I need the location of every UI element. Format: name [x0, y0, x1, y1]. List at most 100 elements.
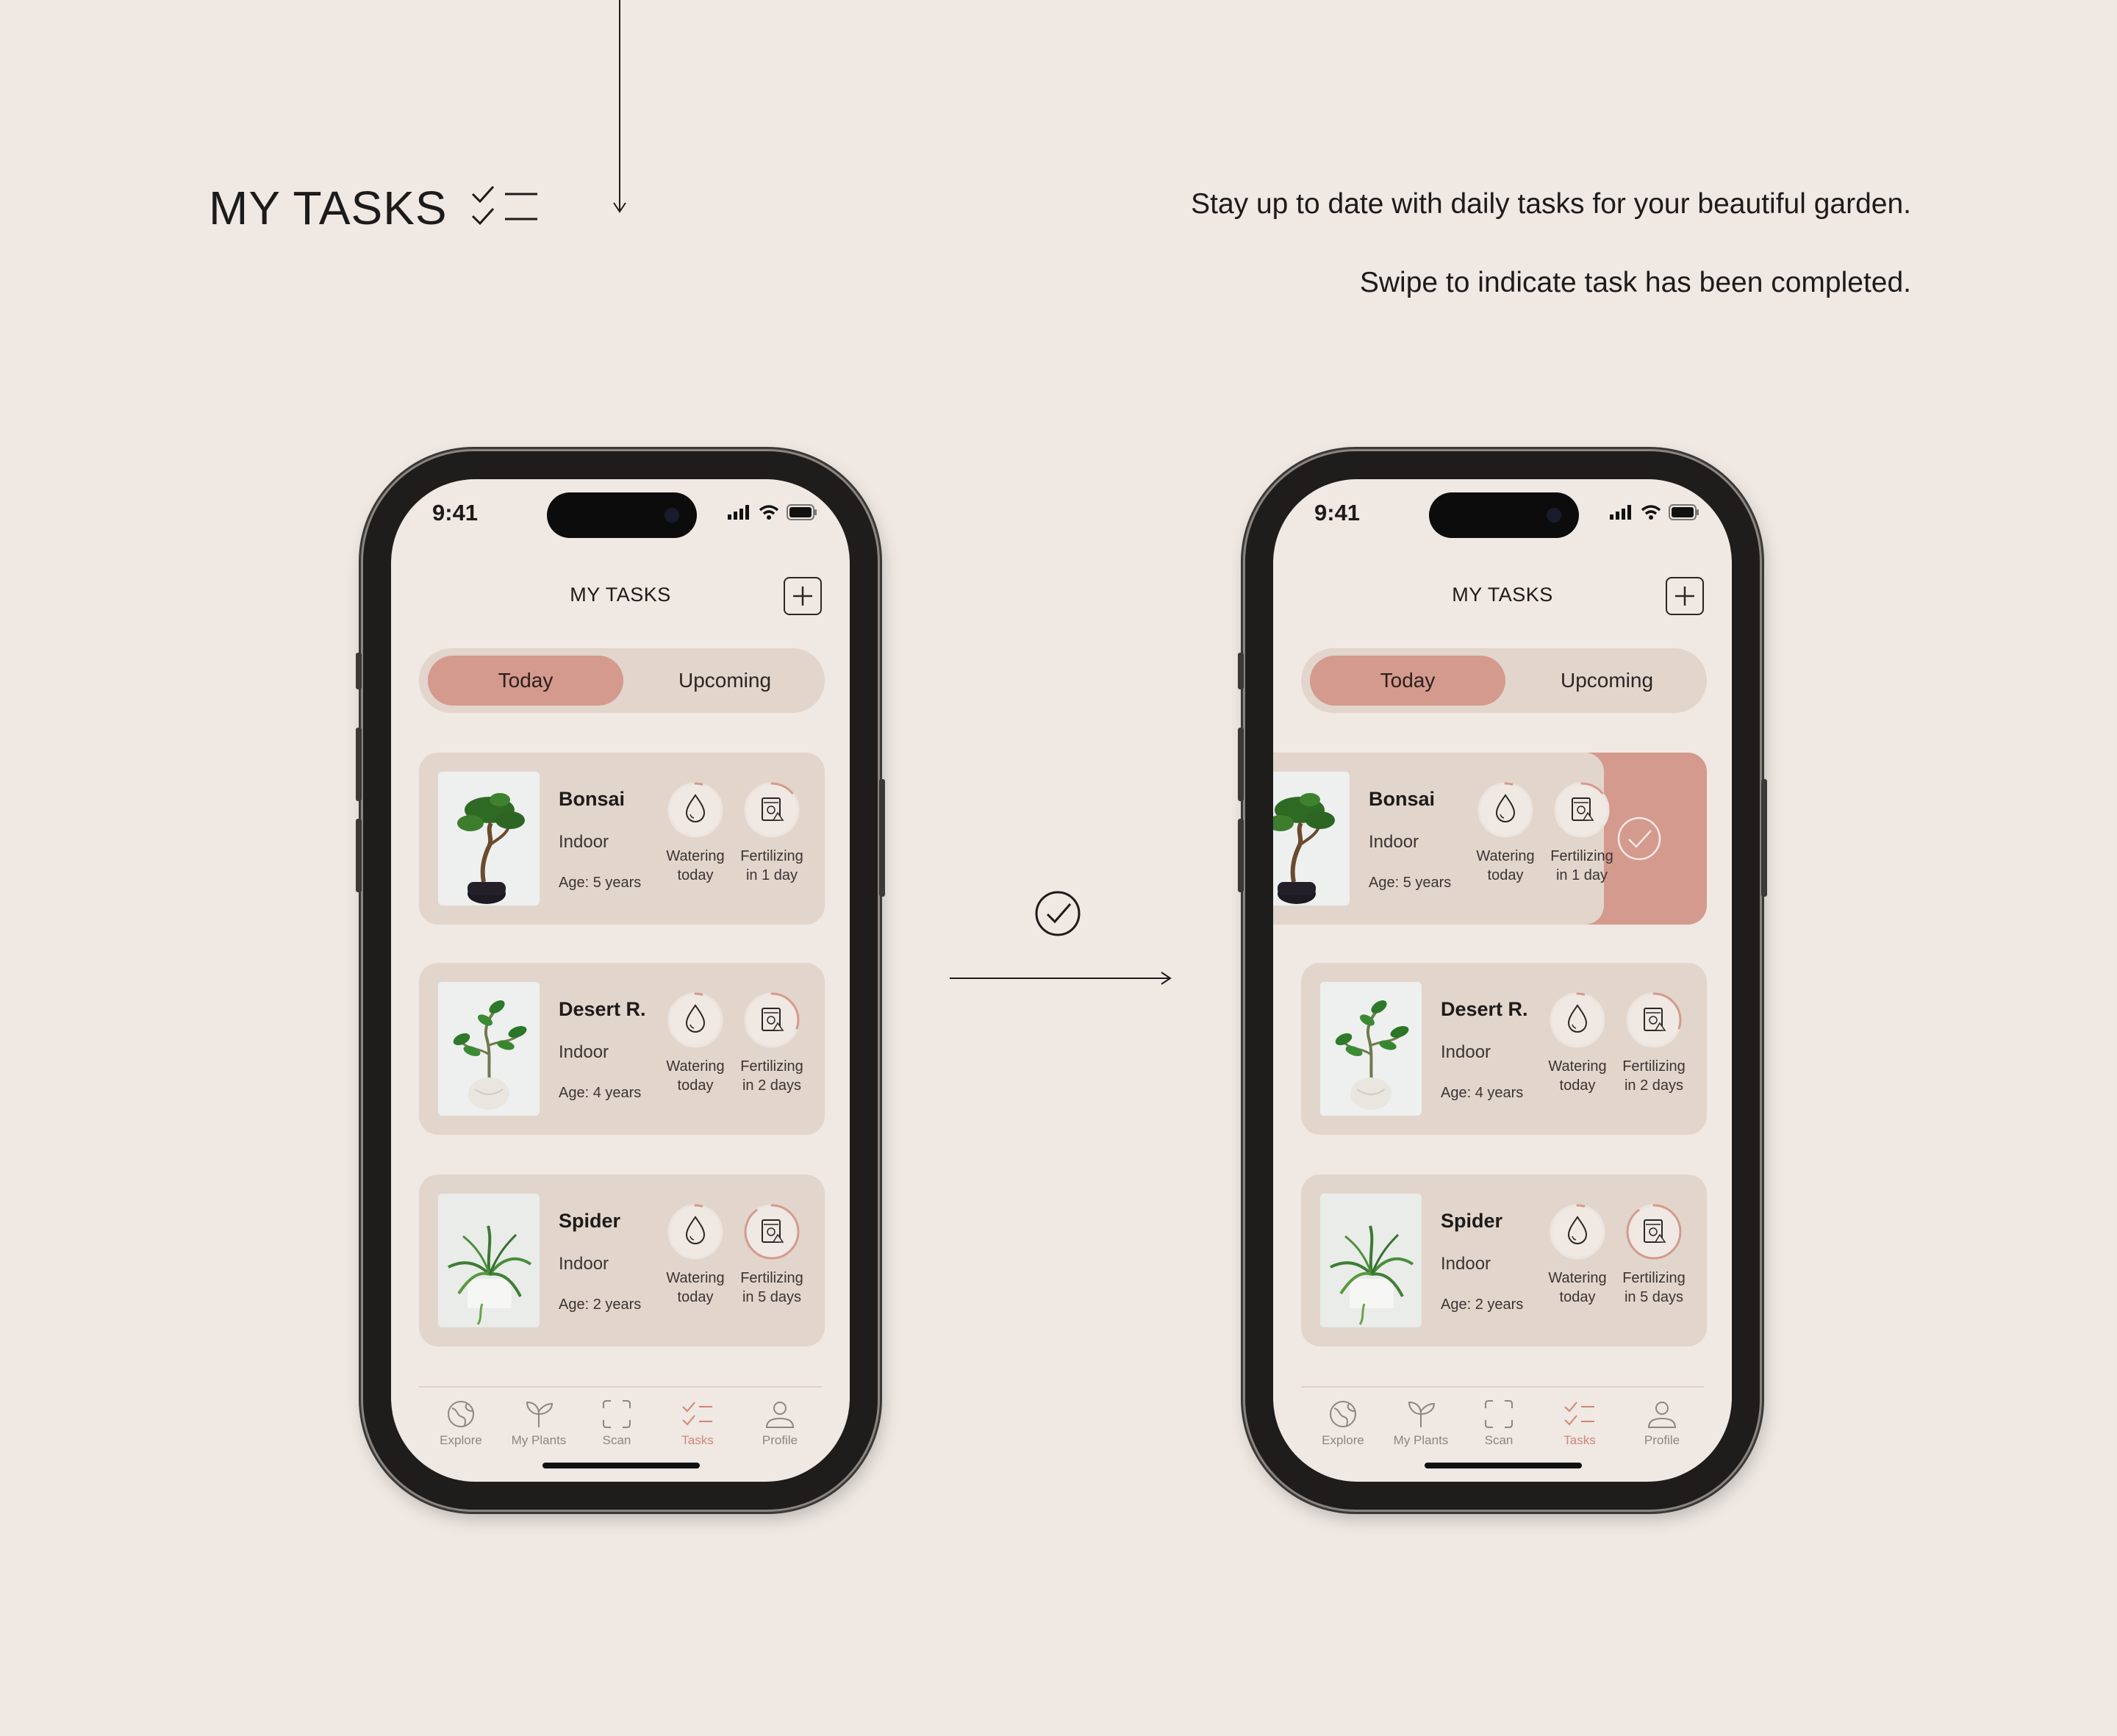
plant-task-card[interactable]: Desert R. Indoor Age: 4 years Watering today…	[419, 963, 825, 1135]
fertilizer-bag-icon	[1616, 1202, 1692, 1261]
globe-icon	[1330, 1401, 1356, 1427]
fertilizer-bag-icon	[734, 781, 810, 839]
water-drop-icon	[657, 1202, 734, 1261]
water-drop-icon	[1467, 781, 1544, 839]
tab-upcoming[interactable]: Upcoming	[632, 656, 817, 706]
tab-my-plants[interactable]: My Plants	[1380, 1398, 1461, 1448]
home-indicator	[1425, 1463, 1582, 1468]
plant-photo	[438, 772, 540, 905]
fertilizing-label: Fertilizing	[740, 848, 803, 864]
signal-icon	[1610, 505, 1631, 520]
segmented-control: Today Upcoming	[1301, 648, 1707, 713]
globe-icon	[448, 1401, 474, 1427]
fertilizing-due: in 2 days	[742, 1077, 802, 1094]
wifi-icon	[759, 505, 779, 520]
water-drop-icon	[1539, 991, 1616, 1050]
add-task-button[interactable]	[784, 577, 822, 615]
tab-label: Explore	[1322, 1433, 1364, 1447]
tab-today[interactable]: Today	[1310, 656, 1505, 706]
tab-scan[interactable]: Scan	[1458, 1398, 1539, 1448]
plant-location: Indoor	[559, 832, 609, 852]
tasks-icon	[1564, 1402, 1594, 1426]
plant-age: Age: 4 years	[559, 1085, 642, 1101]
plant-location: Indoor	[1441, 1042, 1491, 1062]
phone-screen: 9:41 MY TASKS Today Upcoming Bonsai Indo…	[1273, 479, 1732, 1482]
fertilizing-label: Fertilizing	[740, 1058, 803, 1075]
page-title-group: MY TASKS	[209, 181, 540, 235]
page-description: Stay up to date with daily tasks for you…	[1191, 188, 1911, 220]
tab-tasks[interactable]: Tasks	[1539, 1398, 1620, 1448]
plant-name: Desert R.	[559, 998, 646, 1020]
watering-task: Watering today	[657, 781, 734, 885]
plant-task-card[interactable]: Bonsai Indoor Age: 5 years Watering today Fer…	[419, 753, 825, 925]
plant-age: Age: 4 years	[1441, 1085, 1524, 1101]
fertilizing-due: in 5 days	[1624, 1289, 1684, 1305]
plus-icon	[793, 587, 812, 606]
tab-today[interactable]: Today	[428, 656, 623, 706]
watering-label: Watering	[666, 1058, 725, 1075]
water-drop-icon	[1539, 1202, 1616, 1261]
scan-icon	[1485, 1400, 1513, 1428]
plant-age: Age: 5 years	[1369, 875, 1452, 891]
watering-label: Watering	[1476, 848, 1535, 864]
bottom-tab-bar: Explore My Plants Scan Tasks Profile	[1303, 1398, 1702, 1457]
tab-my-plants[interactable]: My Plants	[498, 1398, 579, 1448]
plant-task-card[interactable]: Spider Indoor Age: 2 years Watering today Fer…	[419, 1174, 825, 1346]
watering-due: today	[677, 1289, 714, 1305]
tab-upcoming[interactable]: Upcoming	[1514, 656, 1699, 706]
tab-explore[interactable]: Explore	[420, 1398, 501, 1448]
plant-name: Spider	[559, 1210, 621, 1232]
tab-tasks[interactable]: Tasks	[657, 1398, 738, 1448]
tab-scan[interactable]: Scan	[576, 1398, 657, 1448]
water-drop-icon	[657, 781, 734, 839]
tab-label: Profile	[1644, 1433, 1680, 1447]
plant-age: Age: 2 years	[559, 1296, 642, 1313]
tab-profile[interactable]: Profile	[1622, 1398, 1702, 1448]
plus-icon	[1675, 587, 1694, 606]
tab-explore[interactable]: Explore	[1303, 1398, 1383, 1448]
fertilizing-task: Fertilizing in 5 days	[734, 1202, 810, 1307]
wifi-icon	[1641, 505, 1661, 520]
fertilizer-bag-icon	[734, 991, 810, 1050]
plant-location: Indoor	[1369, 832, 1419, 852]
plant-photo	[438, 1194, 540, 1327]
status-time: 9:41	[432, 500, 479, 526]
plant-task-card[interactable]: Spider Indoor Age: 2 years Watering today Fer…	[1301, 1174, 1707, 1346]
watering-task: Watering today	[1539, 991, 1616, 1095]
tab-label: My Plants	[1393, 1433, 1449, 1447]
tab-label: Tasks	[681, 1433, 714, 1447]
plant-task-card[interactable]: Desert R. Indoor Age: 4 years Watering today…	[1301, 963, 1707, 1135]
watering-task: Watering today	[1539, 1202, 1616, 1307]
phone-screen: 9:41 MY TASKS Today Upcoming Bonsai Indo…	[391, 479, 850, 1482]
home-indicator	[542, 1463, 700, 1468]
fertilizer-bag-icon	[1616, 991, 1692, 1050]
phone-before: 9:41 MY TASKS Today Upcoming Bonsai Indo…	[356, 451, 885, 1510]
tab-label: My Plants	[511, 1433, 567, 1447]
plant-age: Age: 2 years	[1441, 1296, 1524, 1313]
plant-task-card[interactable]: Bonsai Indoor Age: 5 years Watering today Fer…	[1273, 753, 1707, 925]
fertilizing-task: Fertilizing in 1 day	[734, 781, 810, 885]
fertilizing-task: Fertilizing in 1 day	[1544, 781, 1620, 885]
tab-profile[interactable]: Profile	[739, 1398, 820, 1448]
plant-name: Bonsai	[1369, 788, 1436, 810]
watering-due: today	[677, 867, 714, 883]
profile-icon	[1647, 1402, 1677, 1428]
tab-label: Tasks	[1563, 1433, 1596, 1447]
fertilizing-label: Fertilizing	[1622, 1270, 1686, 1286]
battery-icon	[787, 504, 817, 520]
tab-label: Explore	[440, 1433, 482, 1447]
plant-location: Indoor	[1441, 1254, 1491, 1274]
add-task-button[interactable]	[1666, 577, 1704, 615]
status-time: 9:41	[1314, 500, 1361, 526]
watering-task: Watering today	[657, 991, 734, 1095]
dynamic-island	[1429, 492, 1579, 538]
status-icons	[1610, 504, 1699, 520]
plant-photo	[1273, 772, 1350, 905]
plant-age: Age: 5 years	[559, 875, 642, 891]
watering-label: Watering	[666, 848, 725, 864]
water-drop-icon	[657, 991, 734, 1050]
watering-task: Watering today	[657, 1202, 734, 1307]
fertilizing-task: Fertilizing in 5 days	[1616, 1202, 1692, 1307]
fertilizing-label: Fertilizing	[1550, 848, 1613, 864]
dynamic-island	[547, 492, 697, 538]
